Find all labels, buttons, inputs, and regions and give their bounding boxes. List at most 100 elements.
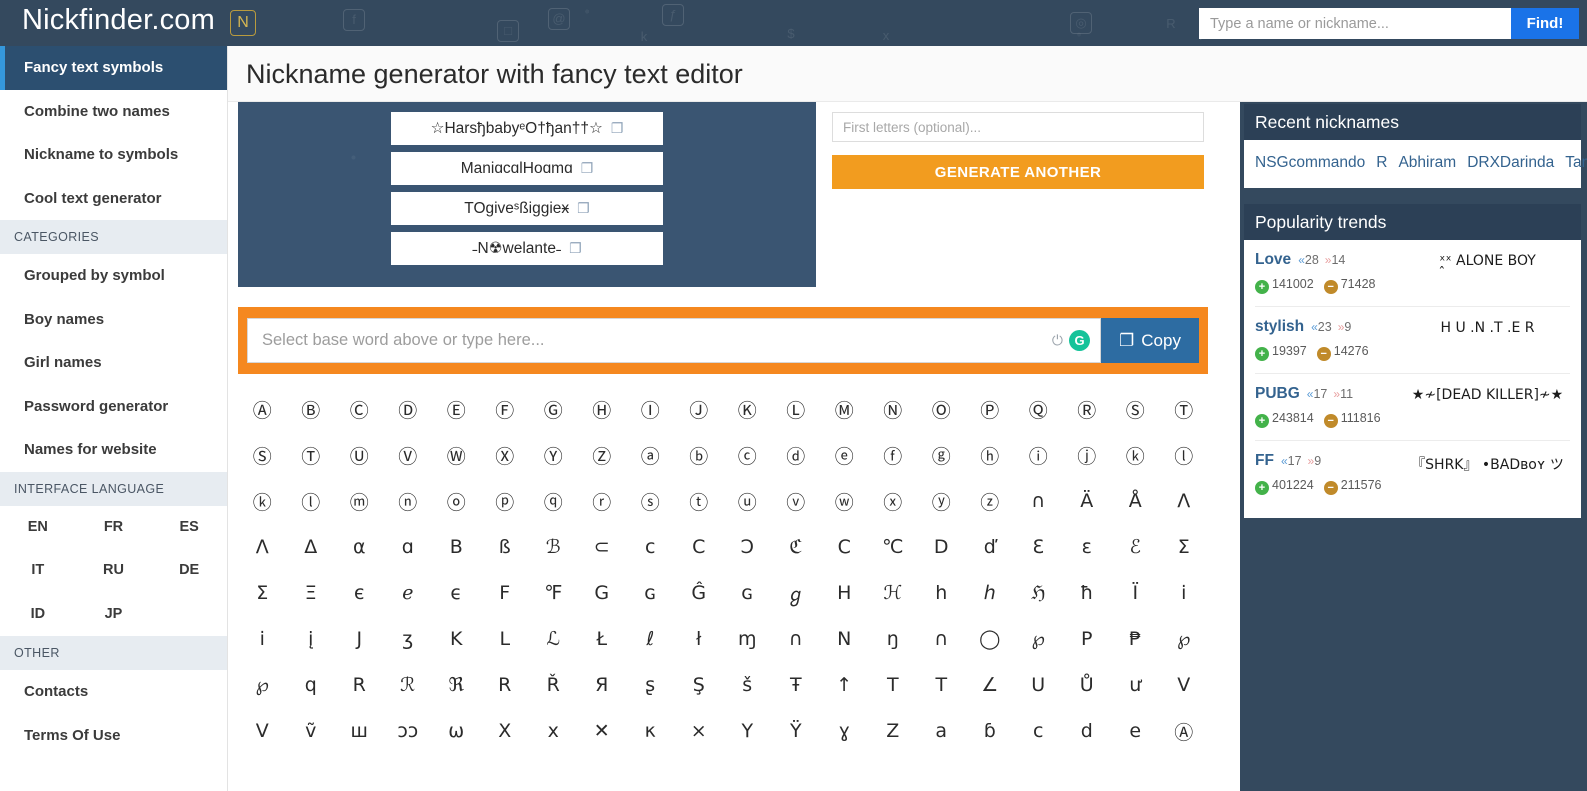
symbol-cell[interactable]: Ⓖ	[529, 386, 578, 432]
symbol-cell[interactable]: ɱ	[723, 616, 772, 662]
symbol-cell[interactable]: є	[335, 570, 384, 616]
symbol-cell[interactable]: Ⓠ	[1014, 386, 1063, 432]
symbol-cell[interactable]: Ş	[675, 662, 724, 708]
language-jp[interactable]: JP	[76, 593, 152, 637]
symbol-cell[interactable]: ∩	[917, 616, 966, 662]
trend-sample-text[interactable]: ★≁[DEAD KILLER]≁★	[1405, 385, 1570, 428]
symbol-cell[interactable]: ℋ	[869, 570, 918, 616]
generate-another-button[interactable]: GENERATE ANOTHER	[832, 155, 1204, 189]
symbol-cell[interactable]: Ⓚ	[723, 386, 772, 432]
symbol-cell[interactable]: ⓡ	[578, 478, 627, 524]
symbol-cell[interactable]: ⓒ	[723, 432, 772, 478]
trend-word[interactable]: Love	[1255, 251, 1291, 269]
site-logo[interactable]: Nickfinder.com	[22, 4, 215, 37]
trend-word[interactable]: stylish	[1255, 318, 1304, 336]
symbol-cell[interactable]: Ĝ	[675, 570, 724, 616]
symbol-cell[interactable]: ⓙ	[1063, 432, 1112, 478]
symbol-cell[interactable]: Υ	[723, 708, 772, 754]
sidebar-item-names-for-website[interactable]: Names for website	[0, 428, 227, 472]
symbol-cell[interactable]: ɛ	[1063, 524, 1112, 570]
symbol-cell[interactable]: Ⓧ	[481, 432, 530, 478]
symbol-cell[interactable]: ʂ	[626, 662, 675, 708]
symbol-cell[interactable]: ₱	[1111, 616, 1160, 662]
symbol-cell[interactable]: B	[432, 524, 481, 570]
symbol-cell[interactable]: ℊ	[772, 570, 821, 616]
symbol-cell[interactable]: ℛ	[384, 662, 433, 708]
symbol-cell[interactable]: Ï	[1111, 570, 1160, 616]
symbol-cell[interactable]: ⓨ	[917, 478, 966, 524]
symbol-cell[interactable]: ⓖ	[917, 432, 966, 478]
symbol-cell[interactable]: ↑	[820, 662, 869, 708]
symbol-cell[interactable]: ß	[481, 524, 530, 570]
symbol-cell[interactable]: Ⓥ	[384, 432, 433, 478]
symbol-cell[interactable]: ⓝ	[384, 478, 433, 524]
trend-word[interactable]: FF	[1255, 452, 1274, 470]
symbol-cell[interactable]: ư	[1111, 662, 1160, 708]
symbol-cell[interactable]: U	[1014, 662, 1063, 708]
symbol-cell[interactable]: Ä	[1063, 478, 1112, 524]
symbol-cell[interactable]: ⓣ	[675, 478, 724, 524]
language-it[interactable]: IT	[0, 549, 76, 593]
symbol-cell[interactable]: α	[335, 524, 384, 570]
symbol-cell[interactable]: ⓕ	[869, 432, 918, 478]
first-letters-input[interactable]	[832, 112, 1204, 142]
symbol-cell[interactable]: Ϲ	[820, 524, 869, 570]
symbol-cell[interactable]: N	[820, 616, 869, 662]
symbol-cell[interactable]: Ⓕ	[481, 386, 530, 432]
sidebar-item-nickname-to-symbols[interactable]: Nickname to symbols	[0, 133, 227, 177]
symbol-cell[interactable]: Ⓦ	[432, 432, 481, 478]
sidebar-item-combine-two-names[interactable]: Combine two names	[0, 90, 227, 134]
symbol-cell[interactable]: ℌ	[1014, 570, 1063, 616]
symbol-cell[interactable]: Ⓣ	[1160, 386, 1209, 432]
symbol-cell[interactable]: ɢ	[626, 570, 675, 616]
symbol-cell[interactable]: ɢ	[723, 570, 772, 616]
symbol-cell[interactable]: ł	[675, 616, 724, 662]
symbol-cell[interactable]: Ⓢ	[238, 432, 287, 478]
symbol-cell[interactable]: q	[287, 662, 336, 708]
symbol-cell[interactable]: ℉	[529, 570, 578, 616]
symbol-cell[interactable]: J	[335, 616, 384, 662]
symbol-cell[interactable]: G	[578, 570, 627, 616]
symbol-cell[interactable]: ⓧ	[869, 478, 918, 524]
symbol-cell[interactable]: ⓐ	[626, 432, 675, 478]
minus-icon[interactable]: −	[1317, 347, 1331, 361]
language-es[interactable]: ES	[151, 506, 227, 550]
symbol-cell[interactable]: L	[481, 616, 530, 662]
symbol-cell[interactable]: ɔɔ	[384, 708, 433, 754]
symbol-cell[interactable]: ℯ	[384, 570, 433, 616]
symbol-cell[interactable]: T	[869, 662, 918, 708]
symbol-cell[interactable]: κ	[626, 708, 675, 754]
symbol-cell[interactable]: Å	[1111, 478, 1160, 524]
symbol-cell[interactable]: ⓠ	[529, 478, 578, 524]
symbol-cell[interactable]: ✕	[578, 708, 627, 754]
copy-icon[interactable]: ❐	[581, 160, 594, 177]
generated-nickname-row[interactable]: ManiɑcɑlHoɑmɑ ❐	[391, 152, 663, 185]
symbol-cell[interactable]: Ⓙ	[675, 386, 724, 432]
symbol-cell[interactable]: ∠	[966, 662, 1015, 708]
symbol-cell[interactable]: Ŧ	[772, 662, 821, 708]
symbol-cell[interactable]: ɓ	[966, 708, 1015, 754]
symbol-cell[interactable]: d	[1063, 708, 1112, 754]
plus-icon[interactable]: +	[1255, 280, 1269, 294]
symbol-cell[interactable]: Σ	[238, 570, 287, 616]
sidebar-item-terms-of-use[interactable]: Terms Of Use	[0, 714, 227, 758]
symbol-cell[interactable]: Ⓔ	[432, 386, 481, 432]
symbol-cell[interactable]: ℘	[1014, 616, 1063, 662]
symbol-cell[interactable]: Ⓐ	[238, 386, 287, 432]
symbol-cell[interactable]: ħ	[1063, 570, 1112, 616]
copy-button[interactable]: ❐ Copy	[1101, 318, 1199, 363]
symbol-cell[interactable]: ⊂	[578, 524, 627, 570]
plus-icon[interactable]: +	[1255, 481, 1269, 495]
symbol-cell[interactable]: Λ	[1160, 478, 1209, 524]
trend-sample-text[interactable]: ˣ̭ˣ ALONE BOY	[1405, 251, 1570, 294]
symbol-cell[interactable]: Ξ	[287, 570, 336, 616]
symbol-cell[interactable]: Ů	[1063, 662, 1112, 708]
symbol-cell[interactable]: ⓜ	[335, 478, 384, 524]
symbol-cell[interactable]: ⓞ	[432, 478, 481, 524]
symbol-cell[interactable]: Ⓣ	[287, 432, 336, 478]
symbol-cell[interactable]: Ⓓ	[384, 386, 433, 432]
symbol-cell[interactable]: Ⓘ	[626, 386, 675, 432]
symbol-cell[interactable]: Ⓗ	[578, 386, 627, 432]
generated-nickname-row[interactable]: ˗N☢welante˗ ❐	[391, 232, 663, 265]
generated-nickname-row[interactable]: ☆HarsђbabyᵉO†ђan††☆ ❐	[391, 112, 663, 145]
